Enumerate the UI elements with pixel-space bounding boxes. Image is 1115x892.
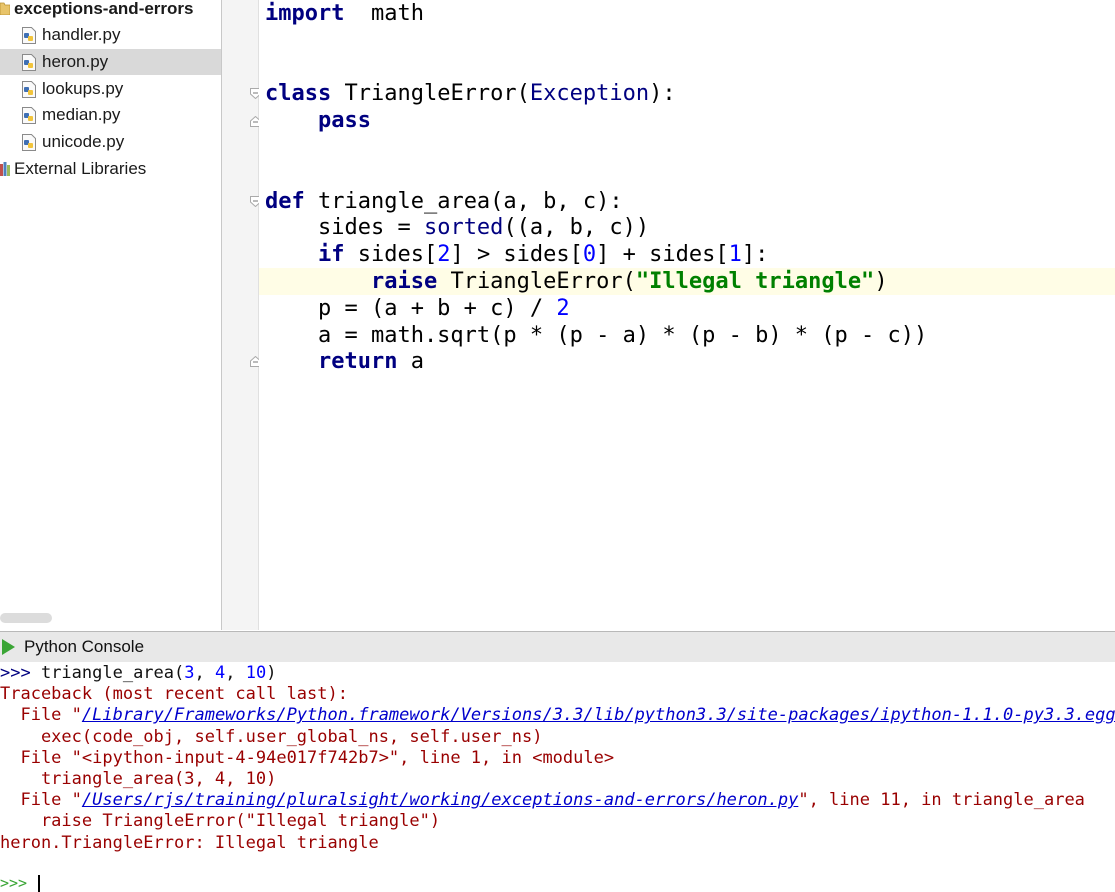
tree-folder-exceptions-and-errors[interactable]: exceptions-and-errors: [0, 0, 221, 22]
tree-folder-label: exceptions-and-errors: [14, 0, 194, 18]
traceback-line: exec(code_obj, self.user_global_ns, self…: [0, 726, 543, 747]
traceback-line: File "/Users/rjs/training/pluralsight/wo…: [0, 790, 1085, 811]
code-editor[interactable]: import math class TriangleError(Exception…: [259, 0, 1115, 630]
python-console-output: >>> triangle_area(3, 4, 10) Traceback (mo…: [0, 662, 1115, 874]
console-input-prompt: >>>: [0, 874, 28, 892]
traceback-file-link[interactable]: /Users/rjs/training/pluralsight/working/…: [82, 790, 798, 810]
python-file-icon: [22, 107, 36, 125]
code-line[interactable]: [259, 134, 1115, 161]
code-line[interactable]: class TriangleError(Exception):: [259, 80, 1115, 107]
console-header: Python Console: [0, 631, 1115, 663]
editor-gutter: [222, 0, 261, 630]
tree-item-lookups-py[interactable]: lookups.py: [0, 76, 221, 102]
code-text: import math: [265, 1, 424, 26]
traceback-line: File "/Library/Frameworks/Python.framewo…: [0, 705, 1115, 726]
library-icon: [0, 162, 10, 176]
tree-item-label: median.py: [42, 105, 121, 125]
code-line[interactable]: return a: [259, 348, 1115, 375]
traceback-line: triangle_area(3, 4, 10): [0, 769, 277, 789]
tree-item-label: External Libraries: [14, 159, 147, 178]
code-text: if sides[2] > sides[0] + sides[1]:: [317, 242, 769, 268]
code-line[interactable]: import math: [259, 0, 1115, 27]
code-text: a = math.sqrt(p * (p - a) * (p - b) * (p…: [265, 322, 928, 348]
tree-item-label: lookups.py: [42, 78, 124, 98]
traceback-line: File "<ipython-input-4-94e017f742b7>", l…: [0, 747, 615, 768]
python-file-icon: [22, 27, 36, 44]
code-text: return a: [317, 349, 424, 375]
tree-item-unicode-py[interactable]: unicode.py: [0, 129, 221, 155]
code-line[interactable]: [259, 27, 1115, 54]
tree-item-label: handler.py: [42, 25, 121, 44]
code-line[interactable]: a = math.sqrt(p * (p - a) * (p - b) * (p…: [259, 322, 1115, 349]
code-line[interactable]: if sides[2] > sides[0] + sides[1]:: [259, 241, 1115, 268]
project-tree: exceptions-and-errors handler.py heron.py…: [0, 0, 222, 630]
code-line[interactable]: [259, 54, 1115, 81]
code-text: class TriangleError(Exception):: [265, 81, 676, 107]
code-text: raise TriangleError("Illegal triangle"): [370, 269, 888, 294]
tree-item-handler-py[interactable]: handler.py: [0, 22, 221, 48]
console-title: Python Console: [24, 637, 145, 656]
code-line[interactable]: [259, 161, 1115, 188]
run-icon[interactable]: [2, 639, 15, 655]
tree-item-external-libraries[interactable]: External Libraries: [0, 156, 221, 182]
python-file-icon: [22, 53, 36, 71]
code-line[interactable]: raise TriangleError("Illegal triangle"): [259, 268, 1115, 295]
code-line[interactable]: def triangle_area(a, b, c):: [259, 188, 1115, 215]
python-file-icon: [22, 134, 36, 152]
traceback-line: Traceback (most recent call last):: [0, 684, 348, 705]
tree-item-median-py[interactable]: median.py: [0, 102, 221, 128]
folder-icon: [0, 2, 10, 15]
console-input-echo: >>> triangle_area(3, 4, 10): [0, 663, 277, 683]
code-text: pass: [317, 108, 371, 134]
traceback-file-link[interactable]: /Library/Frameworks/Python.framework/Ver…: [82, 705, 1115, 725]
tree-item-label: heron.py: [42, 51, 109, 71]
code-text: p = (a + b + c) / 2: [265, 295, 570, 321]
tree-horizontal-scrollbar[interactable]: [0, 613, 52, 623]
tree-item-label: unicode.py: [42, 132, 125, 152]
text-caret: [38, 875, 40, 892]
traceback-line: heron.TriangleError: Illegal triangle: [0, 832, 379, 853]
code-line[interactable]: p = (a + b + c) / 2: [259, 295, 1115, 322]
code-line[interactable]: sides = sorted((a, b, c)): [259, 214, 1115, 241]
console-input[interactable]: >>>: [0, 874, 1115, 892]
traceback-line: raise TriangleError("Illegal triangle"): [0, 811, 441, 832]
code-text: sides = sorted((a, b, c)): [265, 215, 650, 241]
tree-item-heron-py[interactable]: heron.py: [0, 48, 221, 75]
code-line[interactable]: pass: [259, 107, 1115, 134]
code-text: def triangle_area(a, b, c):: [265, 188, 623, 214]
python-file-icon: [22, 80, 36, 98]
